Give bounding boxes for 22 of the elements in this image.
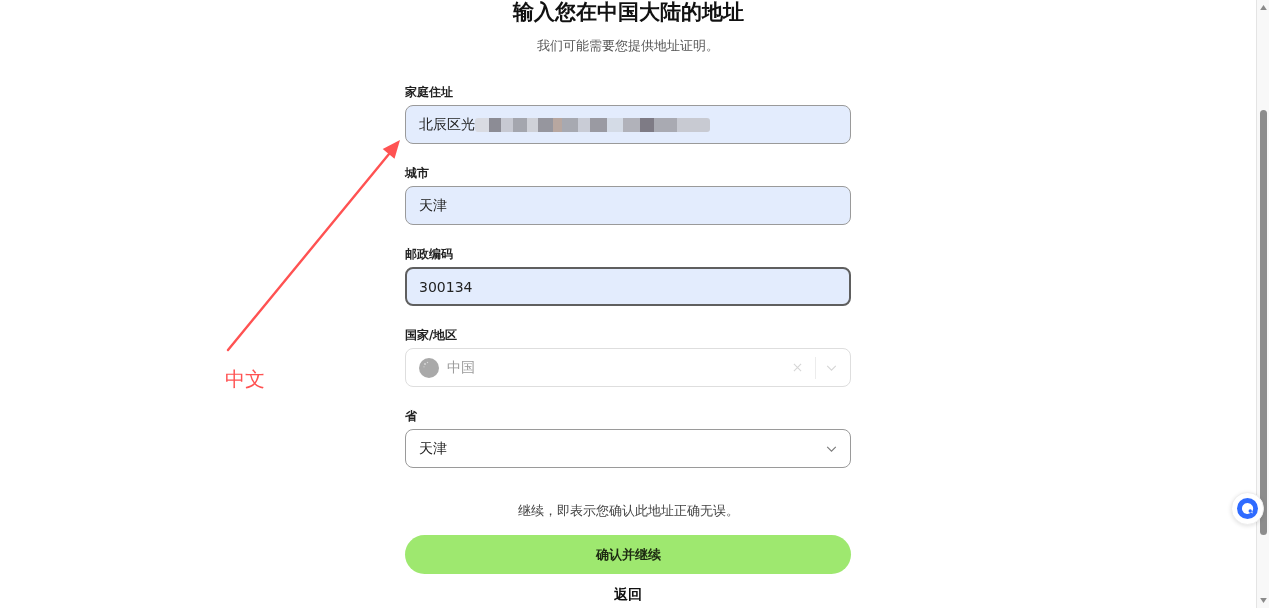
- field-label: 国家/地区: [405, 327, 458, 343]
- field-label: 省: [405, 408, 417, 424]
- scrollbar-thumb[interactable]: [1259, 110, 1267, 535]
- annotation-label: 中文: [225, 367, 265, 391]
- page-title: 输入您在中国大陆的地址: [512, 0, 744, 24]
- sphere-icon: [419, 357, 439, 378]
- field-label: 家庭住址: [405, 84, 453, 100]
- text-field[interactable]: 北辰区光: [405, 105, 851, 144]
- chat-icon: [1237, 498, 1258, 519]
- back-link[interactable]: 返回: [614, 586, 642, 602]
- confirm-button[interactable]: 确认并继续: [405, 535, 851, 574]
- text-field[interactable]: 300134: [405, 267, 851, 306]
- dropdown-select[interactable]: 天津: [405, 429, 851, 468]
- page-subtitle: 我们可能需要您提供地址证明。: [537, 37, 719, 55]
- scroll-up-icon[interactable]: [1259, 5, 1267, 10]
- field-label: 邮政编码: [405, 246, 453, 262]
- text-field[interactable]: 天津: [405, 186, 851, 225]
- scrollbar[interactable]: [1257, 0, 1269, 608]
- chevron-down-icon[interactable]: [826, 445, 837, 452]
- field-label: 城市: [405, 165, 429, 181]
- consent-note: 继续，即表示您确认此地址正确无误。: [517, 502, 739, 520]
- scroll-down-icon[interactable]: [1259, 598, 1267, 603]
